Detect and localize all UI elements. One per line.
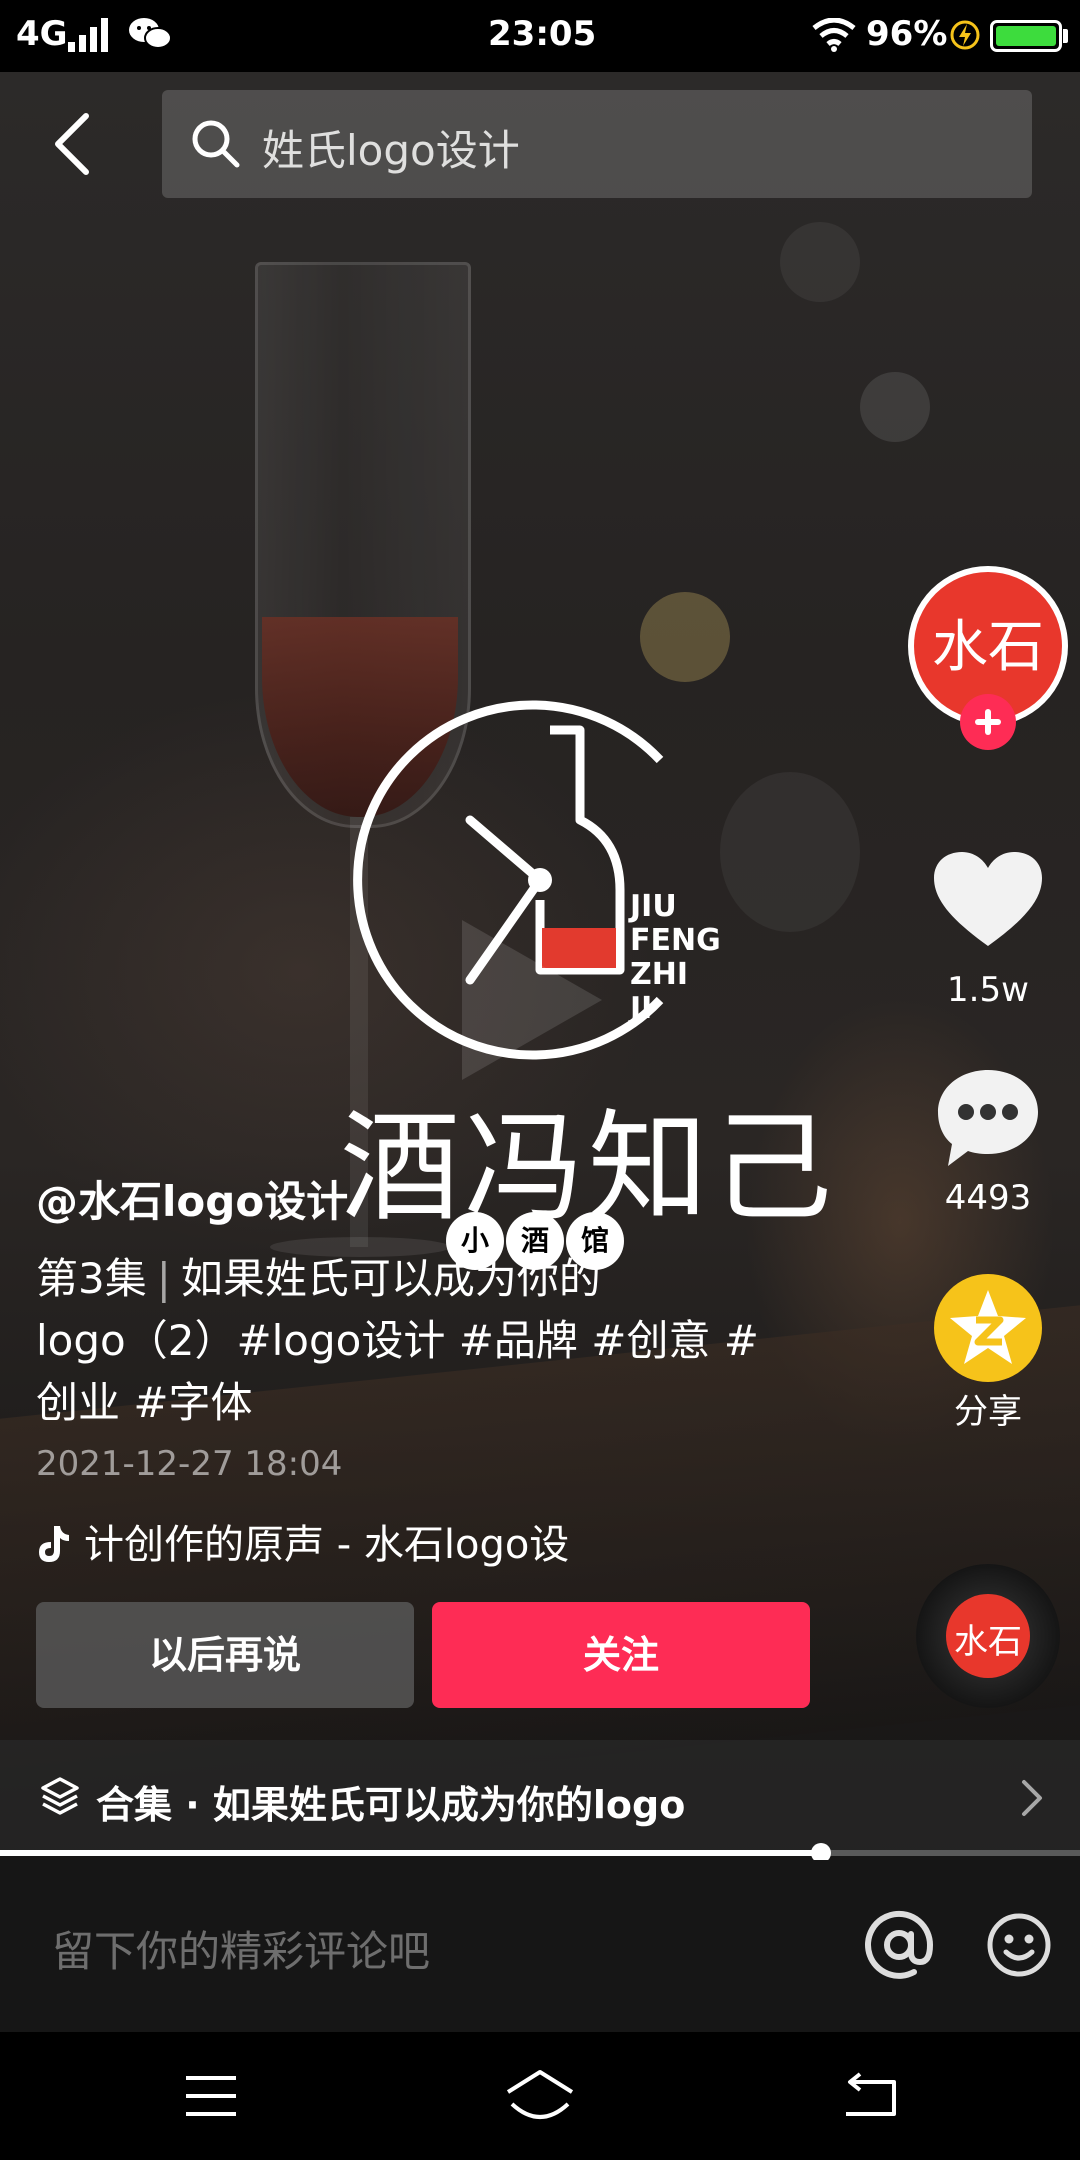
comment-input[interactable]: 留下你的精彩评论吧: [52, 1918, 430, 1979]
charging-icon: [950, 20, 980, 50]
network-type: 4G: [16, 14, 68, 54]
music-disc[interactable]: 水石: [916, 1564, 1060, 1708]
follow-plus-icon[interactable]: [960, 694, 1016, 750]
follow-button[interactable]: 关注: [432, 1602, 810, 1708]
emoji-icon[interactable]: [986, 1912, 1052, 1978]
later-button[interactable]: 以后再说: [36, 1602, 414, 1708]
disc-text: 水石: [954, 1622, 1022, 1662]
comment-icon[interactable]: [934, 1066, 1042, 1170]
episode-label[interactable]: 第3集: [36, 1254, 147, 1303]
status-bar: 4G 23:05 96%: [0, 0, 1080, 72]
chevron-left-icon[interactable]: [52, 112, 92, 176]
collection-bar[interactable]: 合集 · 如果姓氏可以成为你的logo: [0, 1740, 1080, 1856]
layers-icon: [41, 1777, 79, 1815]
progress-fill: [0, 1850, 821, 1856]
system-nav-bar: [0, 2032, 1080, 2160]
description-line: 创业 #字体: [36, 1378, 253, 1427]
home-icon[interactable]: [504, 2068, 576, 2122]
share-label: 分享: [954, 1392, 1022, 1432]
description-line: 如果姓氏可以成为你的: [180, 1254, 601, 1303]
comment-count: 4493: [944, 1178, 1032, 1218]
author-name[interactable]: @水石logo设计: [36, 1168, 348, 1229]
share-icon[interactable]: [932, 1272, 1044, 1384]
avatar-text: 水石: [932, 615, 1044, 680]
description-line: logo（2）#logo设计 #品牌 #创意 #: [36, 1316, 759, 1365]
search-bar[interactable]: 姓氏logo设计: [162, 90, 1032, 198]
comment-bar[interactable]: 留下你的精彩评论吧: [0, 1860, 1080, 2032]
wechat-icon: [129, 18, 172, 49]
clock: 23:05: [488, 14, 597, 54]
tiktok-note-icon: [39, 1526, 69, 1562]
video-progress[interactable]: [0, 1843, 1080, 1863]
search-icon: [192, 120, 240, 168]
wifi-icon: [812, 18, 856, 52]
menu-icon[interactable]: [184, 2074, 238, 2118]
battery-icon: [990, 20, 1062, 52]
music-marquee[interactable]: 计创作的原声 - 水石logo设: [36, 1512, 596, 1570]
back-icon[interactable]: [842, 2072, 900, 2118]
at-icon[interactable]: [864, 1910, 934, 1980]
music-title: 计创作的原声 - 水石logo设: [84, 1522, 570, 1568]
like-count: 1.5w: [947, 970, 1029, 1010]
search-query: 姓氏logo设计: [262, 126, 520, 175]
signal-icon: [68, 18, 108, 52]
battery-percent: 96%: [866, 14, 948, 54]
collection-title: 合集 · 如果姓氏可以成为你的logo: [96, 1783, 686, 1827]
chevron-right-icon: [1022, 1780, 1042, 1816]
post-description: 第3集 | 如果姓氏可以成为你的 logo（2）#logo设计 #品牌 #创意 # …: [36, 1248, 796, 1434]
post-date: 2021-12-27 18:04: [36, 1444, 343, 1484]
logo-english: JIU FENG ZHI JI: [630, 889, 721, 1026]
heart-icon[interactable]: [932, 850, 1044, 950]
